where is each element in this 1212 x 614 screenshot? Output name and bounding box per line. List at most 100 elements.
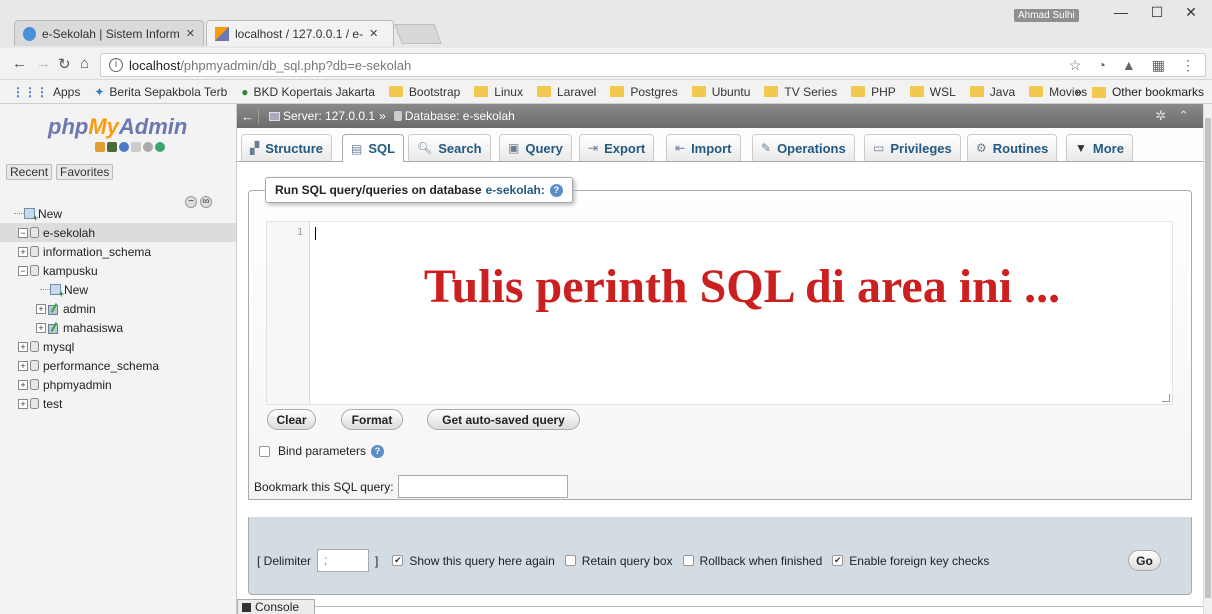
docs-icon[interactable] — [131, 142, 141, 152]
tab-structure[interactable]: ▞ Structure — [241, 134, 333, 161]
reload-icon[interactable]: ↻ — [58, 55, 71, 73]
tree-item-phpmyadmin[interactable]: + phpmyadmin — [0, 375, 236, 394]
foreign-key-checks-checkbox[interactable]: ✔ — [832, 555, 844, 566]
clear-button[interactable]: Clear — [267, 409, 316, 430]
recent-tab[interactable]: Recent — [6, 164, 53, 180]
breadcrumb-database[interactable]: Database: e-sekolah — [405, 109, 515, 123]
tree-item-information-schema[interactable]: + information_schema — [0, 242, 236, 261]
bookmark-folder[interactable]: TV Series — [764, 85, 837, 99]
option-retain-query-box[interactable]: Retain query box — [564, 554, 673, 568]
menu-icon[interactable]: ⋮ — [1181, 57, 1195, 74]
go-button[interactable]: Go — [1128, 550, 1161, 571]
favorites-tab[interactable]: Favorites — [56, 164, 114, 180]
reload-icon[interactable] — [155, 142, 165, 152]
new-tab-button[interactable] — [394, 24, 442, 44]
option-rollback[interactable]: Rollback when finished — [682, 554, 822, 568]
bookmark-berita[interactable]: ✦ Berita Sepakbola Terb — [94, 85, 227, 99]
tab-more[interactable]: ▼ More — [1066, 134, 1133, 161]
expand-icon[interactable]: + — [18, 246, 28, 257]
rollback-checkbox[interactable] — [682, 555, 694, 566]
resize-handle[interactable] — [1162, 394, 1170, 402]
tree-item-performance-schema[interactable]: + performance_schema — [0, 356, 236, 375]
console-toggle[interactable]: Console — [237, 599, 315, 614]
bookmark-folder[interactable]: Postgres — [610, 85, 678, 99]
settings-icon[interactable] — [143, 142, 153, 152]
tab-query[interactable]: ▣ Query — [499, 134, 572, 161]
tree-item-new[interactable]: New — [0, 204, 236, 223]
star-icon[interactable]: ☆ — [1069, 57, 1082, 74]
bookmark-folder[interactable]: WSL — [909, 85, 956, 99]
forward-icon[interactable]: → — [36, 55, 51, 72]
logout-icon[interactable] — [107, 142, 117, 152]
sql-editor[interactable]: 1 Tulis perinth SQL di area ini ... — [266, 221, 1173, 405]
help-icon[interactable]: ? — [549, 183, 563, 197]
gear-icon[interactable]: ✲ — [1155, 108, 1166, 124]
address-bar[interactable]: i localhost/phpmyadmin/db_sql.php?db=e-s… — [100, 53, 1206, 77]
tab-close-icon[interactable]: ✕ — [369, 27, 378, 40]
extension-icon[interactable]: ◔ — [1097, 57, 1105, 74]
other-bookmarks[interactable]: » Other bookmarks — [1075, 85, 1204, 99]
bookmark-folder[interactable]: PHP — [851, 85, 896, 99]
home-icon[interactable]: ⌂ — [80, 55, 89, 72]
browser-tab-esekolah[interactable]: e-Sekolah | Sistem Inform ✕ — [14, 20, 204, 46]
bind-parameters-checkbox[interactable] — [259, 445, 270, 457]
get-auto-saved-query-button[interactable]: Get auto-saved query — [427, 409, 580, 430]
bookmark-folder[interactable]: Java — [969, 85, 1015, 99]
expand-icon[interactable]: + — [18, 360, 28, 371]
format-button[interactable]: Format — [341, 409, 403, 430]
drive-icon[interactable]: ▲ — [1122, 57, 1136, 74]
tree-item-mahasiswa[interactable]: + mahasiswa — [0, 318, 236, 337]
bookmark-folder[interactable]: Laravel — [536, 85, 596, 99]
tab-export[interactable]: ⇥ Export — [579, 134, 655, 161]
expand-icon[interactable]: + — [36, 322, 46, 333]
retain-query-box-checkbox[interactable] — [564, 555, 576, 566]
close-window-button[interactable]: ✕ — [1176, 4, 1206, 21]
bookmarks-overflow[interactable]: » — [1075, 85, 1082, 99]
tree-item-e-sekolah[interactable]: − e-sekolah — [0, 223, 236, 242]
delimiter-input[interactable]: ; — [317, 549, 370, 572]
tab-privileges[interactable]: ▭ Privileges — [864, 134, 961, 161]
bookmark-folder[interactable]: Bootstrap — [388, 85, 460, 99]
collapse-nav-icon[interactable]: ← — [237, 108, 259, 124]
tab-sql[interactable]: ▤ SQL — [342, 134, 405, 162]
tree-item-new-table[interactable]: New — [0, 280, 236, 299]
breadcrumb-server[interactable]: Server: 127.0.0.1 — [283, 109, 375, 123]
profile-button[interactable]: Ahmad Sulhi — [1014, 9, 1079, 22]
tab-search[interactable]: 🔍︎ Search — [408, 134, 491, 161]
expand-icon[interactable]: + — [18, 398, 28, 409]
info-icon[interactable]: i — [109, 58, 123, 72]
tab-operations[interactable]: ✎ Operations — [752, 134, 855, 161]
scrollbar-thumb[interactable] — [1205, 118, 1211, 598]
tree-item-test[interactable]: + test — [0, 394, 236, 413]
tab-routines[interactable]: ⚙ Routines — [967, 134, 1058, 161]
collapse-icon[interactable]: − — [18, 227, 28, 238]
bookmark-folder[interactable]: Linux — [474, 85, 523, 99]
expand-icon[interactable]: + — [18, 379, 28, 390]
expand-icon[interactable]: + — [36, 303, 46, 314]
tab-close-icon[interactable]: ✕ — [186, 27, 195, 40]
browser-tab-phpmyadmin[interactable]: localhost / 127.0.0.1 / e- ✕ — [206, 20, 394, 46]
help-icon[interactable] — [119, 142, 129, 152]
bookmark-folder[interactable]: Ubuntu — [691, 85, 750, 99]
tab-import[interactable]: ⇤ Import — [666, 134, 741, 161]
page-scrollbar[interactable] — [1203, 104, 1212, 614]
phpmyadmin-logo[interactable]: phpMyAdmin — [48, 114, 187, 140]
bookmark-apps[interactable]: ⋮⋮⋮ Apps — [12, 85, 80, 99]
option-show-query[interactable]: ✔ Show this query here again — [392, 554, 555, 568]
collapse-top-icon[interactable]: ⌃ — [1178, 108, 1189, 124]
help-icon[interactable]: ? — [371, 444, 385, 458]
back-icon[interactable]: ← — [12, 55, 27, 72]
bookmark-input[interactable] — [397, 475, 568, 498]
minimize-button[interactable]: — — [1106, 4, 1136, 20]
tree-item-kampusku[interactable]: − kampusku — [0, 261, 236, 280]
bookmark-bkd[interactable]: ● BKD Kopertais Jakarta — [241, 85, 375, 99]
show-query-checkbox[interactable]: ✔ — [392, 555, 404, 566]
maximize-button[interactable]: ☐ — [1142, 4, 1172, 21]
collapse-icon[interactable]: − — [18, 265, 28, 276]
tree-item-admin[interactable]: + admin — [0, 299, 236, 318]
pdf-icon[interactable]: ▦ — [1152, 57, 1165, 74]
option-foreign-key-checks[interactable]: ✔ Enable foreign key checks — [832, 554, 989, 568]
expand-icon[interactable]: + — [18, 341, 28, 352]
tree-item-mysql[interactable]: + mysql — [0, 337, 236, 356]
home-icon[interactable] — [95, 142, 105, 152]
